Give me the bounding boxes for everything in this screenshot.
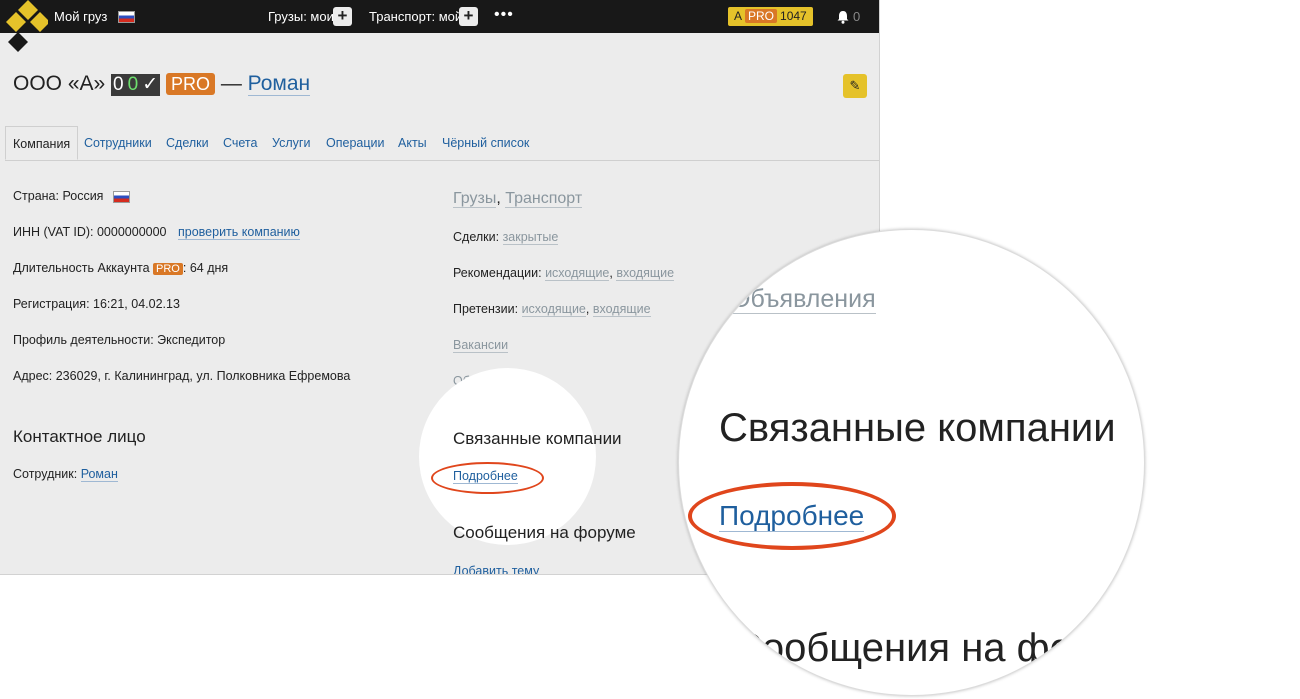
claims-label: Претензии: xyxy=(453,302,519,316)
country-label: Страна: Россия xyxy=(13,189,104,203)
more-menu-icon[interactable]: ••• xyxy=(494,6,514,24)
magnified-forum-heading: Сообщения на форуме xyxy=(733,626,1145,670)
duration-pro-badge: PRO xyxy=(153,263,183,275)
vacancies-row: Вакансии xyxy=(453,338,509,353)
magnifier-callout: Объявления Связанные компании Подробнее … xyxy=(678,229,1145,696)
comma: , xyxy=(585,302,590,316)
rating-badge-2[interactable]: 0 xyxy=(125,74,141,96)
tab-operations[interactable]: Операции xyxy=(326,126,384,160)
claims-incoming-link[interactable]: входящие xyxy=(592,302,651,317)
bell-icon[interactable] xyxy=(836,10,850,24)
company-name: ООО «А» xyxy=(13,72,106,95)
balance-letter: A xyxy=(734,9,743,23)
notification-count: 0 xyxy=(853,9,861,24)
logo-icon[interactable] xyxy=(0,0,48,54)
registration-row: Регистрация: 16:21, 04.02.13 xyxy=(13,297,180,311)
tab-services[interactable]: Услуги xyxy=(272,126,310,160)
contact-row: Сотрудник: Роман xyxy=(13,467,118,482)
claims-outgoing-link[interactable]: исходящие xyxy=(521,302,586,317)
title-dash: — xyxy=(220,72,242,95)
magnified-highlight-oval xyxy=(688,482,896,550)
tab-blacklist[interactable]: Чёрный список xyxy=(442,126,529,160)
magnified-related-heading: Связанные компании xyxy=(719,406,1116,450)
inn-label: ИНН (VAT ID): 0000000000 xyxy=(13,225,167,239)
balance-badge[interactable]: A PRO 1047 xyxy=(728,7,813,26)
magnified-ads-link[interactable]: Объявления xyxy=(731,285,876,314)
add-topic-row: Добавить тему xyxy=(453,564,540,574)
tab-acts[interactable]: Акты xyxy=(398,126,427,160)
profile-row: Профиль деятельности: Экспедитор xyxy=(13,333,226,347)
recommendations-row: Рекомендации: исходящие, входящие xyxy=(453,266,675,281)
cargo-mine-link[interactable]: Грузы: мои xyxy=(268,9,334,24)
forum-heading: Сообщения на форуме xyxy=(453,523,636,542)
page-title: ООО «А» 0 0 ✓ PRO — Роман xyxy=(13,72,311,96)
cargo-transport-links: Грузы, Транспорт xyxy=(453,190,583,208)
rating-badge-1[interactable]: 0 xyxy=(111,74,126,96)
tab-invoices[interactable]: Счета xyxy=(223,126,257,160)
deals-closed-link[interactable]: закрытые xyxy=(502,230,559,245)
employee-link[interactable]: Роман xyxy=(80,467,118,482)
russia-flag-icon xyxy=(112,190,130,203)
highlight-spot xyxy=(419,368,596,545)
balance-value: 1047 xyxy=(780,9,807,23)
claims-row: Претензии: исходящие, входящие xyxy=(453,302,651,317)
duration-label: Длительность Аккаунта xyxy=(13,261,150,275)
tab-deals[interactable]: Сделки xyxy=(166,126,209,160)
add-transport-button[interactable]: + xyxy=(459,7,478,26)
tab-company[interactable]: Компания xyxy=(5,126,79,160)
recommendations-incoming-link[interactable]: входящие xyxy=(616,266,675,281)
russia-flag-icon[interactable] xyxy=(118,11,135,23)
check-company-link[interactable]: проверить компанию xyxy=(178,225,300,240)
country-row: Страна: Россия xyxy=(13,189,130,203)
my-cargo-link[interactable]: Мой груз xyxy=(54,9,107,24)
top-bar: Мой груз Грузы: мои + Транспорт: мой + •… xyxy=(0,0,879,52)
pro-badge[interactable]: PRO xyxy=(165,73,215,95)
highlight-oval xyxy=(431,462,544,494)
account-duration-row: Длительность Аккаунта PRO: 64 дня xyxy=(13,261,228,275)
employee-label: Сотрудник: xyxy=(13,467,78,481)
duration-value: : 64 дня xyxy=(182,261,229,275)
deals-row: Сделки: закрытые xyxy=(453,230,559,245)
cargo-link[interactable]: Грузы xyxy=(453,190,497,208)
inn-row: ИНН (VAT ID): 0000000000 проверить компа… xyxy=(13,225,300,240)
edit-pencil-button[interactable]: ✎ xyxy=(843,74,867,98)
contact-heading: Контактное лицо xyxy=(13,427,146,446)
comma: , xyxy=(496,190,501,207)
address-row: Адрес: 236029, г. Калининград, ул. Полко… xyxy=(13,369,351,383)
transport-link[interactable]: Транспорт xyxy=(505,190,583,208)
add-topic-link[interactable]: Добавить тему xyxy=(453,564,540,574)
magnified-ads-row: Объявления xyxy=(731,285,876,314)
comma: , xyxy=(609,266,613,280)
tab-bar: Компания Сотрудники Сделки Счета Услуги … xyxy=(5,126,879,161)
owner-link[interactable]: Роман xyxy=(247,72,311,96)
vacancies-link[interactable]: Вакансии xyxy=(453,338,509,353)
deals-label: Сделки: xyxy=(453,230,500,244)
related-companies-heading: Связанные компании xyxy=(453,429,622,448)
balance-pro-badge: PRO xyxy=(745,9,778,23)
tab-employees[interactable]: Сотрудники xyxy=(84,126,152,160)
add-cargo-button[interactable]: + xyxy=(333,7,352,26)
recommendations-label: Рекомендации: xyxy=(453,266,542,280)
verified-check-badge[interactable]: ✓ xyxy=(140,74,161,96)
recommendations-outgoing-link[interactable]: исходящие xyxy=(545,266,610,281)
transport-mine-link[interactable]: Транспорт: мой xyxy=(369,9,462,24)
